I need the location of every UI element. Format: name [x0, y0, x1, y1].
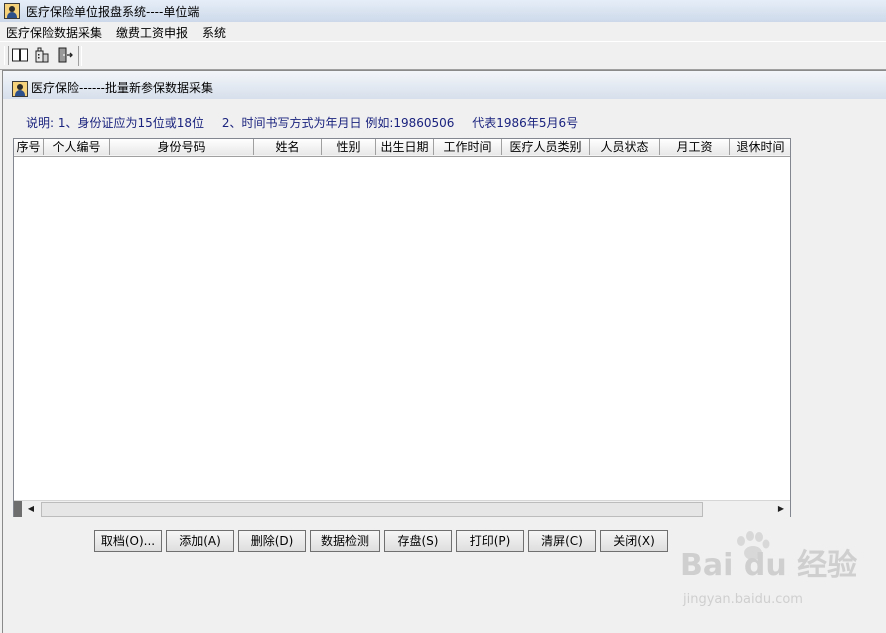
- baidu-watermark-url: jingyan.baidu.com: [683, 592, 803, 607]
- print-button[interactable]: 打印(P): [456, 530, 524, 552]
- col-header-birth-date[interactable]: 出生日期: [376, 139, 434, 155]
- baidu-watermark: Bai du 经验: [680, 548, 858, 583]
- col-header-name[interactable]: 姓名: [254, 139, 322, 155]
- note-id-rule: 说明: 1、身份证应为15位或18位: [26, 116, 205, 130]
- scrollbar-left-edge: [14, 501, 22, 517]
- data-grid[interactable]: 序号 个人编号 身份号码 姓名 性别 出生日期 工作时间 医疗人员类别 人员状态…: [13, 138, 791, 517]
- data-check-button[interactable]: 数据检测: [310, 530, 380, 552]
- app-user-icon: [4, 3, 20, 19]
- scrollbar-thumb[interactable]: [41, 502, 703, 517]
- menu-wage-declaration[interactable]: 缴费工资申报: [116, 24, 188, 41]
- note-date-example: 代表1986年5月6号: [472, 116, 579, 130]
- menu-bar: 医疗保险数据采集 缴费工资申报 系统: [0, 22, 886, 41]
- close-button[interactable]: 关闭(X): [600, 530, 668, 552]
- scroll-left-arrow-icon[interactable]: ◀: [23, 501, 39, 517]
- window-title: 医疗保险单位报盘系统----单位端: [26, 5, 200, 19]
- building-icon[interactable]: [33, 46, 51, 64]
- col-header-retire-date[interactable]: 退休时间: [730, 139, 790, 155]
- toolbar-separator: [78, 46, 82, 66]
- col-header-id-number[interactable]: 身份号码: [110, 139, 254, 155]
- grid-header: 序号 个人编号 身份号码 姓名 性别 出生日期 工作时间 医疗人员类别 人员状态…: [14, 139, 790, 157]
- cancel-archive-button[interactable]: 取档(O)...: [94, 530, 162, 552]
- menu-system[interactable]: 系统: [202, 24, 226, 41]
- child-user-icon: [12, 81, 28, 97]
- book-icon[interactable]: [11, 46, 29, 64]
- instruction-note: 说明: 1、身份证应为15位或18位 2、时间书写方式为年月日 例如:19860…: [26, 114, 592, 131]
- horizontal-scrollbar[interactable]: ◀ ▶: [14, 500, 790, 517]
- delete-button[interactable]: 删除(D): [238, 530, 306, 552]
- note-date-rule: 2、时间书写方式为年月日 例如:19860506: [221, 116, 455, 130]
- col-header-gender[interactable]: 性别: [322, 139, 376, 155]
- toolbar-grip[interactable]: [4, 46, 9, 65]
- exit-door-icon[interactable]: [56, 46, 74, 64]
- child-title-bar: 医疗保险------批量新参保数据采集: [3, 71, 886, 99]
- col-header-index[interactable]: 序号: [14, 139, 44, 155]
- add-button[interactable]: 添加(A): [166, 530, 234, 552]
- child-window-title: 医疗保险------批量新参保数据采集: [31, 81, 213, 95]
- menu-data-collection[interactable]: 医疗保险数据采集: [6, 24, 102, 41]
- toolbar: [0, 41, 886, 70]
- col-header-personal-id[interactable]: 个人编号: [44, 139, 110, 155]
- clear-screen-button[interactable]: 清屏(C): [528, 530, 596, 552]
- col-header-work-date[interactable]: 工作时间: [434, 139, 502, 155]
- col-header-monthly-wage[interactable]: 月工资: [660, 139, 730, 155]
- col-header-medical-category[interactable]: 医疗人员类别: [502, 139, 590, 155]
- col-header-status[interactable]: 人员状态: [590, 139, 660, 155]
- scroll-right-arrow-icon[interactable]: ▶: [773, 501, 789, 517]
- save-button[interactable]: 存盘(S): [384, 530, 452, 552]
- main-title-bar: 医疗保险单位报盘系统----单位端: [0, 0, 886, 23]
